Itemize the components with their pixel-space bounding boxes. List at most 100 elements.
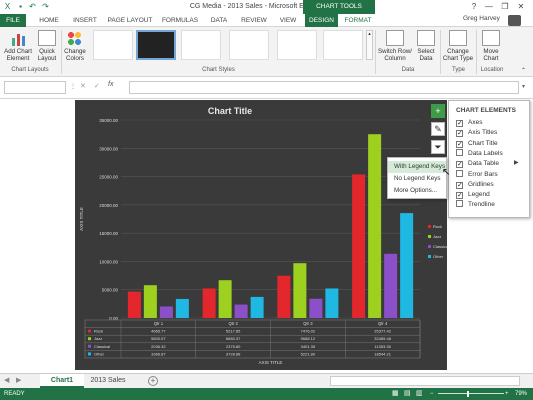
select-data-button[interactable]: Select Data: [414, 30, 438, 62]
avatar[interactable]: [508, 15, 521, 26]
user-name[interactable]: Greg Harvey: [463, 15, 500, 22]
data-table-series-name: Rock: [94, 329, 103, 334]
switch-row-column-button[interactable]: Switch Row/ Column: [377, 30, 413, 62]
chart-element-axes[interactable]: ✓ Axes: [456, 118, 482, 128]
sheet-tab-2013-sales[interactable]: 2013 Sales: [86, 374, 130, 388]
chart-element-label: Axes: [468, 119, 483, 126]
data-table-arrow-icon[interactable]: ▶: [514, 159, 519, 166]
group-type: Type: [451, 67, 465, 73]
chart-filters-funnel-icon[interactable]: ⏷: [431, 140, 445, 154]
checkbox[interactable]: ✓: [456, 140, 463, 148]
zoom-slider-thumb[interactable]: [467, 391, 469, 397]
restore-button[interactable]: ❐: [498, 1, 512, 13]
close-button[interactable]: ✕: [514, 1, 528, 13]
chart-style-2[interactable]: [136, 30, 176, 60]
tab-design[interactable]: DESIGN: [305, 14, 338, 27]
chart-style-6[interactable]: [323, 30, 363, 60]
legend-key: [428, 255, 431, 258]
move-chart-button[interactable]: Move Chart: [478, 30, 504, 62]
checkbox[interactable]: ✓: [456, 130, 463, 138]
checkbox[interactable]: [456, 169, 463, 177]
chart-tools-context-tab: CHART TOOLS: [303, 0, 375, 14]
tab-page-layout[interactable]: PAGE LAYOUT: [105, 14, 155, 27]
x-axis-title: AXIS TITLE: [259, 360, 283, 365]
checkbox[interactable]: ✓: [456, 181, 463, 189]
quick-layout-button[interactable]: Quick Layout: [36, 30, 58, 62]
tab-insert[interactable]: INSERT: [68, 14, 102, 27]
chart-element-data-labels[interactable]: Data Labels: [456, 148, 503, 159]
legend-label: Other: [433, 254, 444, 259]
horizontal-scrollbar[interactable]: [330, 376, 520, 386]
chart-area[interactable]: 0.00 5000.00 10000.00 15000.00 20000.00 25000…: [75, 100, 447, 370]
next-sheet-icon[interactable]: ▶: [16, 376, 21, 384]
bar-rock-q3: [277, 275, 291, 318]
chart-style-1[interactable]: [93, 30, 133, 60]
quick-layout-label: Quick Layout: [37, 48, 57, 62]
add-sheet-icon[interactable]: +: [148, 376, 158, 386]
switch-row-column-label: Switch Row/ Column: [377, 48, 413, 62]
data-table-header-cell: Qtr 2: [228, 321, 238, 326]
minimize-button[interactable]: —: [482, 1, 496, 13]
select-data-icon: [417, 30, 435, 46]
collapse-ribbon-icon[interactable]: ⌃: [521, 67, 526, 74]
checkbox[interactable]: ✓: [456, 120, 463, 127]
formula-input[interactable]: [129, 81, 519, 94]
tab-formulas[interactable]: FORMULAS: [158, 14, 202, 27]
insert-function-icon[interactable]: fx: [108, 81, 113, 88]
help-button[interactable]: ?: [467, 1, 481, 13]
name-box[interactable]: [4, 81, 66, 94]
sheet-tabs-bar: ◀ ▶ Chart1 2013 Sales +: [0, 373, 533, 388]
chart-element-trendline[interactable]: Trendline: [456, 200, 495, 210]
zoom-in-icon[interactable]: +: [505, 388, 509, 400]
page-layout-view-icon[interactable]: ▤: [404, 388, 411, 400]
menu-item-no-legend-keys[interactable]: No Legend Keys: [388, 173, 446, 185]
chart-style-3[interactable]: [181, 30, 221, 60]
menu-item-more-options[interactable]: More Options...: [388, 185, 446, 197]
chart-styles-brush-icon[interactable]: ✎: [431, 122, 445, 136]
expand-formula-icon[interactable]: ▾: [522, 83, 525, 90]
group-data: Data: [401, 67, 415, 73]
tab-data[interactable]: DATA: [205, 14, 233, 27]
change-colors-button[interactable]: Change Colors: [63, 30, 87, 62]
bar-other-q3: [325, 288, 339, 318]
chart-title[interactable]: Chart Title: [75, 106, 385, 116]
chart-element-data-table[interactable]: ✓ Data Table: [456, 159, 499, 169]
menu-item-with-legend-keys[interactable]: With Legend Keys: [388, 161, 446, 173]
chart-element-error-bars[interactable]: Error Bars: [456, 169, 498, 180]
chart-style-4[interactable]: [229, 30, 269, 60]
tab-file[interactable]: FILE: [0, 14, 26, 27]
page-break-view-icon[interactable]: ▥: [416, 388, 423, 400]
tab-view[interactable]: VIEW: [274, 14, 302, 27]
checkbox[interactable]: ✓: [456, 161, 463, 169]
checkbox[interactable]: [456, 200, 463, 208]
zoom-level[interactable]: 79%: [515, 388, 527, 400]
tab-format[interactable]: FORMAT: [340, 14, 376, 27]
chart-element-legend[interactable]: ✓ Legend: [456, 190, 490, 200]
tab-review[interactable]: REVIEW: [236, 14, 272, 27]
chart-element-gridlines[interactable]: ✓ Gridlines: [456, 180, 494, 190]
prev-sheet-icon[interactable]: ◀: [4, 376, 9, 384]
chart-style-5[interactable]: [277, 30, 317, 60]
normal-view-icon[interactable]: ▦: [392, 388, 399, 400]
y-axis-title: AXIS TITLE: [79, 207, 84, 231]
legend-key: [428, 235, 431, 238]
sheet-tab-chart1[interactable]: Chart1: [40, 374, 84, 388]
data-table-cell: 5800.07: [151, 336, 166, 341]
cancel-icon[interactable]: ✕: [80, 82, 86, 90]
zoom-slider[interactable]: [438, 393, 504, 394]
chart-element-chart-title[interactable]: ✓ Chart Title: [456, 139, 498, 149]
chart-element-axis-titles[interactable]: ✓ Axis Titles: [456, 128, 497, 138]
checkbox[interactable]: ✓: [456, 192, 463, 200]
legend-key: [428, 225, 431, 228]
checkbox[interactable]: [456, 148, 463, 156]
y-tick-label: 35000.00: [99, 118, 118, 123]
data-table-cell: 32489.48: [374, 336, 391, 341]
zoom-out-icon[interactable]: −: [430, 388, 434, 400]
styles-scroll[interactable]: ▴: [366, 30, 373, 60]
change-chart-type-button[interactable]: Change Chart Type: [442, 30, 474, 62]
y-tick-label: 5000.00: [102, 288, 119, 293]
add-chart-element-button[interactable]: Add Chart Element: [2, 30, 34, 62]
enter-icon[interactable]: ✓: [94, 82, 100, 90]
chart-elements-plus-icon[interactable]: +: [431, 104, 445, 118]
tab-home[interactable]: HOME: [34, 14, 64, 27]
